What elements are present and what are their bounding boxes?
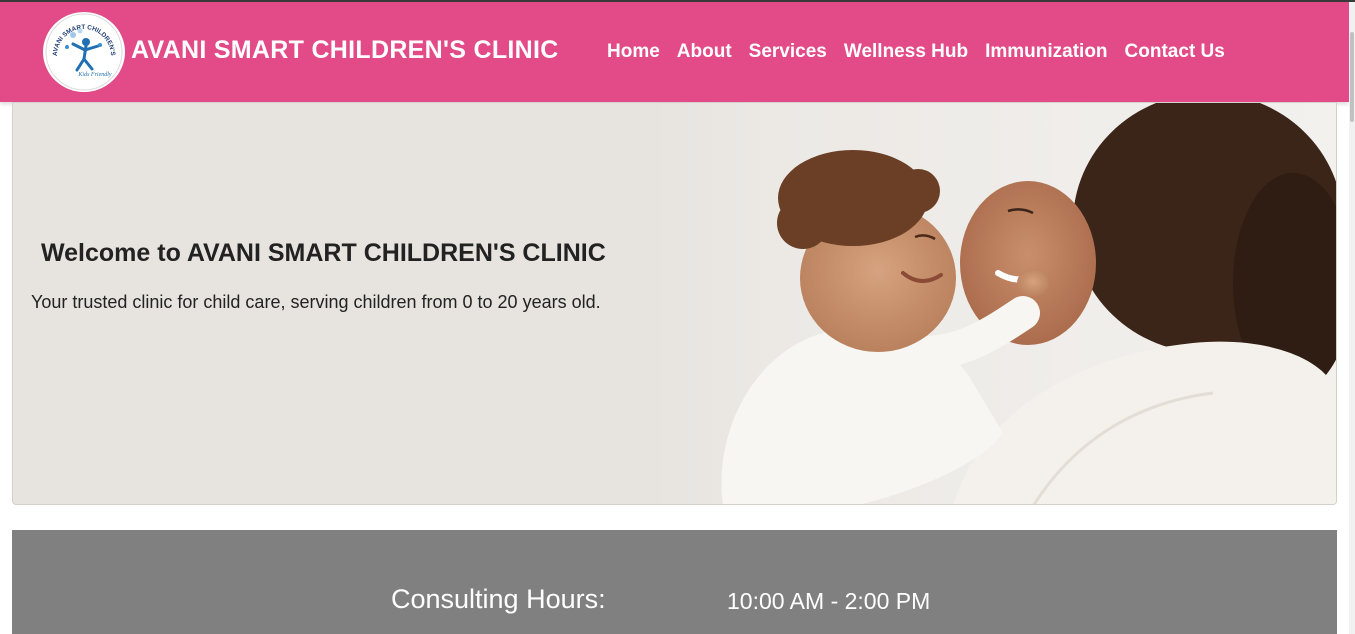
mother-and-baby-photo	[653, 103, 1336, 504]
clinic-logo-icon[interactable]: AVANI SMART CHILDREN'S CLINIC Kids Frien…	[43, 12, 125, 92]
hero-banner: Welcome to AVANI SMART CHILDREN'S CLINIC…	[12, 102, 1337, 505]
nav-services[interactable]: Services	[749, 41, 827, 63]
nav-contact-us[interactable]: Contact Us	[1125, 41, 1225, 63]
logo-tagline: Kids Friendly	[77, 72, 112, 78]
scrollbar-thumb[interactable]	[1350, 32, 1354, 122]
brand-title[interactable]: AVANI SMART CHILDREN'S CLINIC	[131, 36, 559, 65]
hero-subtitle: Your trusted clinic for child care, serv…	[31, 292, 601, 312]
consulting-hours-banner: Consulting Hours: 10:00 AM - 2:00 PM	[12, 530, 1337, 634]
navbar: AVANI SMART CHILDREN'S CLINIC Kids Frien…	[0, 2, 1349, 102]
nav-wellness-hub[interactable]: Wellness Hub	[844, 41, 968, 63]
hero-title: Welcome to AVANI SMART CHILDREN'S CLINIC	[41, 239, 606, 267]
nav-immunization[interactable]: Immunization	[985, 41, 1107, 63]
consulting-hours-value: 10:00 AM - 2:00 PM	[727, 588, 931, 614]
nav-about[interactable]: About	[677, 41, 732, 63]
main-nav: Home About Services Wellness Hub Immuniz…	[607, 41, 1225, 63]
page-scrollbar[interactable]	[1349, 2, 1355, 634]
consulting-hours-label: Consulting Hours:	[391, 584, 606, 614]
nav-home[interactable]: Home	[607, 41, 660, 63]
